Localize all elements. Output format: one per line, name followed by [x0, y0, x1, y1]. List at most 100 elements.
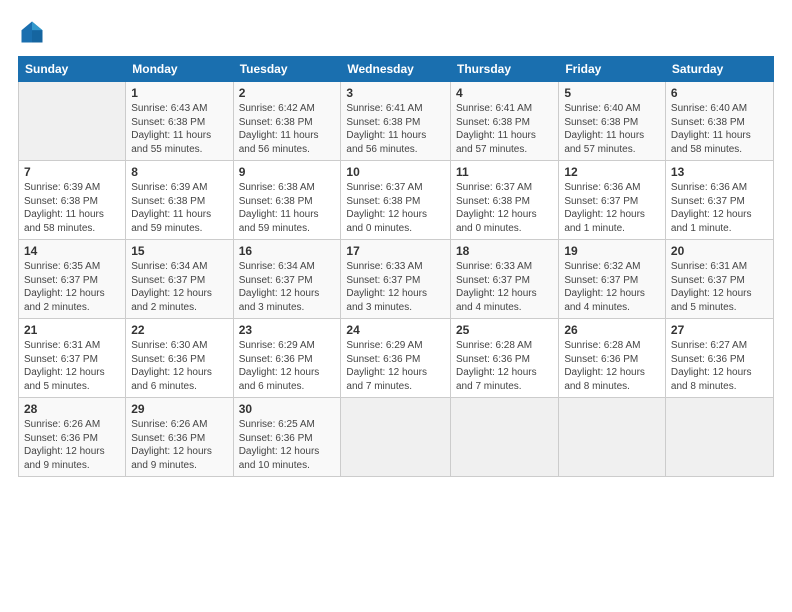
calendar-week-2: 7 Sunrise: 6:39 AM Sunset: 6:38 PM Daylig…: [19, 161, 774, 240]
day-info: Sunrise: 6:37 AM Sunset: 6:38 PM Dayligh…: [456, 181, 553, 235]
day-number: 5: [564, 86, 660, 100]
calendar-cell: 24 Sunrise: 6:29 AM Sunset: 6:36 PM Dayli…: [341, 319, 451, 398]
day-number: 28: [24, 402, 120, 416]
day-info: Sunrise: 6:37 AM Sunset: 6:38 PM Dayligh…: [346, 181, 445, 235]
day-number: 8: [131, 165, 227, 179]
calendar-cell: [19, 82, 126, 161]
day-header-friday: Friday: [559, 57, 666, 82]
day-number: 26: [564, 323, 660, 337]
logo-icon: [18, 18, 46, 46]
day-number: 9: [239, 165, 336, 179]
day-info: Sunrise: 6:27 AM Sunset: 6:36 PM Dayligh…: [671, 339, 768, 393]
day-number: 4: [456, 86, 553, 100]
day-number: 10: [346, 165, 445, 179]
day-number: 25: [456, 323, 553, 337]
calendar-cell: 26 Sunrise: 6:28 AM Sunset: 6:36 PM Dayli…: [559, 319, 666, 398]
day-info: Sunrise: 6:31 AM Sunset: 6:37 PM Dayligh…: [671, 260, 768, 314]
day-number: 20: [671, 244, 768, 258]
day-info: Sunrise: 6:40 AM Sunset: 6:38 PM Dayligh…: [564, 102, 660, 156]
day-header-thursday: Thursday: [450, 57, 558, 82]
calendar-header-row: SundayMondayTuesdayWednesdayThursdayFrid…: [19, 57, 774, 82]
day-info: Sunrise: 6:40 AM Sunset: 6:38 PM Dayligh…: [671, 102, 768, 156]
calendar-cell: 2 Sunrise: 6:42 AM Sunset: 6:38 PM Daylig…: [233, 82, 341, 161]
calendar-week-3: 14Sunrise: 6:35 AM Sunset: 6:37 PM Dayli…: [19, 240, 774, 319]
calendar-week-4: 21Sunrise: 6:31 AM Sunset: 6:37 PM Dayli…: [19, 319, 774, 398]
day-number: 16: [239, 244, 336, 258]
calendar-cell: 30 Sunrise: 6:25 AM Sunset: 6:36 PM Dayli…: [233, 398, 341, 477]
day-number: 23: [239, 323, 336, 337]
day-info: Sunrise: 6:29 AM Sunset: 6:36 PM Dayligh…: [346, 339, 445, 393]
day-header-tuesday: Tuesday: [233, 57, 341, 82]
calendar-cell: 19 Sunrise: 6:32 AM Sunset: 6:37 PM Dayli…: [559, 240, 666, 319]
calendar-cell: [341, 398, 451, 477]
calendar-cell: 23 Sunrise: 6:29 AM Sunset: 6:36 PM Dayli…: [233, 319, 341, 398]
calendar-cell: 25 Sunrise: 6:28 AM Sunset: 6:36 PM Dayli…: [450, 319, 558, 398]
day-number: 3: [346, 86, 445, 100]
day-info: Sunrise: 6:42 AM Sunset: 6:38 PM Dayligh…: [239, 102, 336, 156]
day-number: 27: [671, 323, 768, 337]
calendar-cell: [665, 398, 773, 477]
calendar-cell: 5 Sunrise: 6:40 AM Sunset: 6:38 PM Daylig…: [559, 82, 666, 161]
calendar-cell: 17Sunrise: 6:33 AM Sunset: 6:37 PM Dayli…: [341, 240, 451, 319]
day-number: 7: [24, 165, 120, 179]
calendar-cell: [559, 398, 666, 477]
calendar-cell: 13Sunrise: 6:36 AM Sunset: 6:37 PM Dayli…: [665, 161, 773, 240]
day-info: Sunrise: 6:34 AM Sunset: 6:37 PM Dayligh…: [239, 260, 336, 314]
calendar-cell: 6 Sunrise: 6:40 AM Sunset: 6:38 PM Daylig…: [665, 82, 773, 161]
day-info: Sunrise: 6:34 AM Sunset: 6:37 PM Dayligh…: [131, 260, 227, 314]
day-number: 22: [131, 323, 227, 337]
day-number: 11: [456, 165, 553, 179]
calendar-cell: 8 Sunrise: 6:39 AM Sunset: 6:38 PM Daylig…: [126, 161, 233, 240]
day-info: Sunrise: 6:28 AM Sunset: 6:36 PM Dayligh…: [456, 339, 553, 393]
calendar: SundayMondayTuesdayWednesdayThursdayFrid…: [18, 56, 774, 477]
calendar-cell: 12 Sunrise: 6:36 AM Sunset: 6:37 PM Dayli…: [559, 161, 666, 240]
day-header-saturday: Saturday: [665, 57, 773, 82]
day-info: Sunrise: 6:43 AM Sunset: 6:38 PM Dayligh…: [131, 102, 227, 156]
calendar-cell: 22 Sunrise: 6:30 AM Sunset: 6:36 PM Dayli…: [126, 319, 233, 398]
header: [18, 18, 774, 46]
calendar-cell: 4Sunrise: 6:41 AM Sunset: 6:38 PM Daylig…: [450, 82, 558, 161]
day-number: 18: [456, 244, 553, 258]
day-info: Sunrise: 6:25 AM Sunset: 6:36 PM Dayligh…: [239, 418, 336, 472]
calendar-cell: 16 Sunrise: 6:34 AM Sunset: 6:37 PM Dayli…: [233, 240, 341, 319]
calendar-cell: 3 Sunrise: 6:41 AM Sunset: 6:38 PM Daylig…: [341, 82, 451, 161]
day-info: Sunrise: 6:26 AM Sunset: 6:36 PM Dayligh…: [131, 418, 227, 472]
day-number: 19: [564, 244, 660, 258]
day-info: Sunrise: 6:35 AM Sunset: 6:37 PM Dayligh…: [24, 260, 120, 314]
calendar-cell: 18 Sunrise: 6:33 AM Sunset: 6:37 PM Dayli…: [450, 240, 558, 319]
day-number: 6: [671, 86, 768, 100]
page: SundayMondayTuesdayWednesdayThursdayFrid…: [0, 0, 792, 612]
day-number: 2: [239, 86, 336, 100]
calendar-cell: 15Sunrise: 6:34 AM Sunset: 6:37 PM Dayli…: [126, 240, 233, 319]
day-info: Sunrise: 6:32 AM Sunset: 6:37 PM Dayligh…: [564, 260, 660, 314]
calendar-cell: 10 Sunrise: 6:37 AM Sunset: 6:38 PM Dayli…: [341, 161, 451, 240]
day-number: 12: [564, 165, 660, 179]
calendar-cell: 11 Sunrise: 6:37 AM Sunset: 6:38 PM Dayli…: [450, 161, 558, 240]
day-info: Sunrise: 6:30 AM Sunset: 6:36 PM Dayligh…: [131, 339, 227, 393]
calendar-week-1: 1 Sunrise: 6:43 AM Sunset: 6:38 PM Daylig…: [19, 82, 774, 161]
calendar-cell: 28Sunrise: 6:26 AM Sunset: 6:36 PM Dayli…: [19, 398, 126, 477]
day-info: Sunrise: 6:41 AM Sunset: 6:38 PM Dayligh…: [346, 102, 445, 156]
day-header-monday: Monday: [126, 57, 233, 82]
calendar-cell: 29Sunrise: 6:26 AM Sunset: 6:36 PM Dayli…: [126, 398, 233, 477]
day-info: Sunrise: 6:28 AM Sunset: 6:36 PM Dayligh…: [564, 339, 660, 393]
day-info: Sunrise: 6:39 AM Sunset: 6:38 PM Dayligh…: [24, 181, 120, 235]
day-number: 13: [671, 165, 768, 179]
day-info: Sunrise: 6:33 AM Sunset: 6:37 PM Dayligh…: [346, 260, 445, 314]
logo: [18, 18, 50, 46]
day-info: Sunrise: 6:29 AM Sunset: 6:36 PM Dayligh…: [239, 339, 336, 393]
calendar-cell: 9Sunrise: 6:38 AM Sunset: 6:38 PM Daylig…: [233, 161, 341, 240]
day-info: Sunrise: 6:31 AM Sunset: 6:37 PM Dayligh…: [24, 339, 120, 393]
day-info: Sunrise: 6:36 AM Sunset: 6:37 PM Dayligh…: [564, 181, 660, 235]
day-header-sunday: Sunday: [19, 57, 126, 82]
calendar-cell: 14Sunrise: 6:35 AM Sunset: 6:37 PM Dayli…: [19, 240, 126, 319]
calendar-cell: 21Sunrise: 6:31 AM Sunset: 6:37 PM Dayli…: [19, 319, 126, 398]
day-number: 24: [346, 323, 445, 337]
calendar-week-5: 28 Sunrise: 6:26 AM Sunset: 6:36 PM Dayli…: [19, 398, 774, 477]
day-info: Sunrise: 6:39 AM Sunset: 6:38 PM Dayligh…: [131, 181, 227, 235]
calendar-cell: 27 Sunrise: 6:27 AM Sunset: 6:36 PM Dayli…: [665, 319, 773, 398]
day-number: 30: [239, 402, 336, 416]
calendar-cell: 7 Sunrise: 6:39 AM Sunset: 6:38 PM Daylig…: [19, 161, 126, 240]
day-info: Sunrise: 6:33 AM Sunset: 6:37 PM Dayligh…: [456, 260, 553, 314]
day-number: 1: [131, 86, 227, 100]
